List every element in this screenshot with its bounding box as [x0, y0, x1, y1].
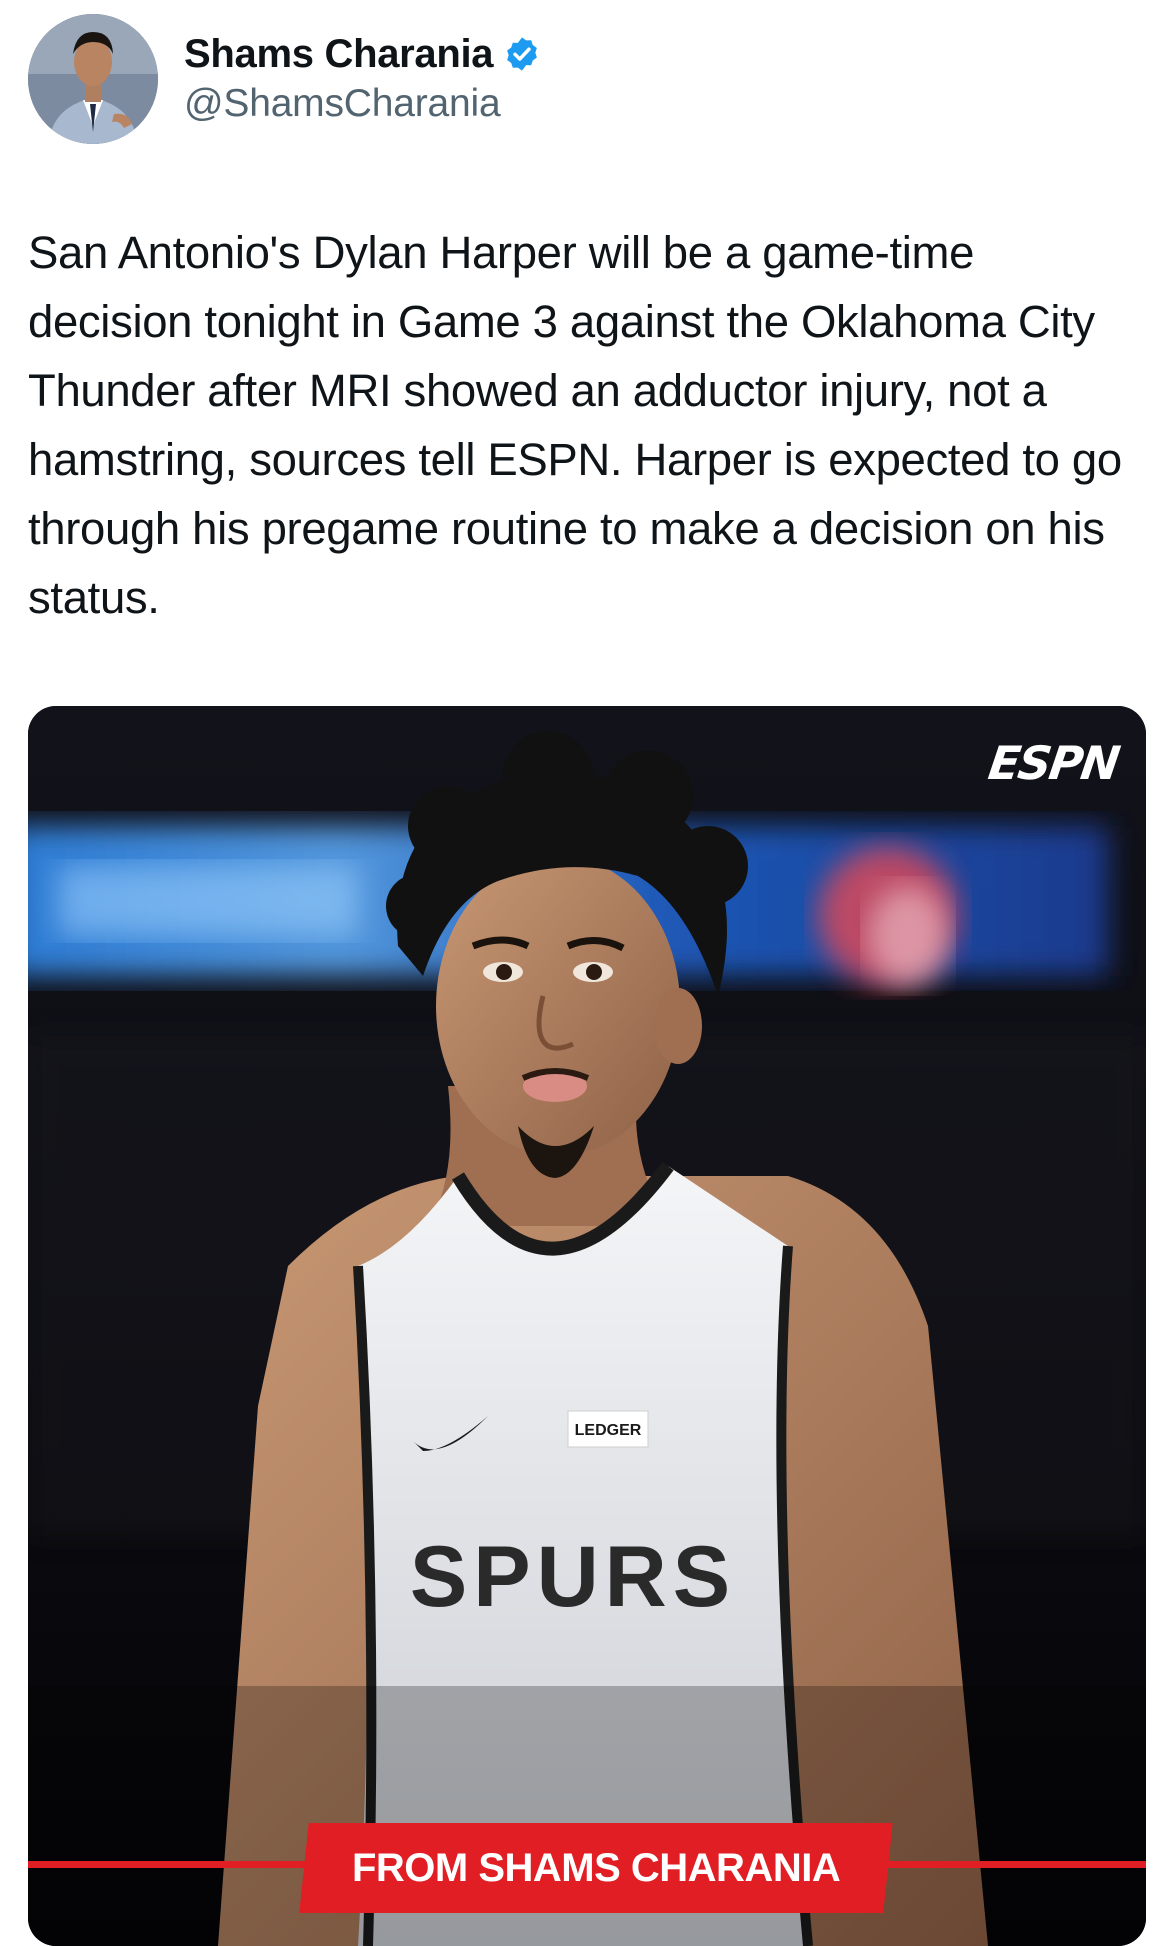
- avatar-photo: [28, 14, 158, 144]
- jersey-sponsor-text: LEDGER: [575, 1422, 642, 1439]
- tweet-media-image[interactable]: LEDGER SPURS ESPN FROM SHAMS CHARANIA: [28, 706, 1146, 1946]
- source-banner: FROM SHAMS CHARANIA: [299, 1823, 893, 1913]
- author-names: Shams Charania @ShamsCharania: [184, 28, 541, 126]
- display-name-row: Shams Charania: [184, 28, 541, 80]
- espn-logo: ESPN: [985, 736, 1122, 790]
- author-handle[interactable]: @ShamsCharania: [184, 82, 541, 126]
- source-banner-text: FROM SHAMS CHARANIA: [351, 1845, 841, 1890]
- player-photo: LEDGER SPURS: [28, 706, 1146, 1946]
- verified-badge-icon[interactable]: [503, 35, 541, 73]
- author-display-name[interactable]: Shams Charania: [184, 32, 494, 77]
- jersey-team-text: SPURS: [410, 1529, 736, 1625]
- tweet-text: San Antonio's Dylan Harper will be a gam…: [28, 227, 1122, 623]
- author-avatar[interactable]: [28, 14, 158, 144]
- tweet-header: Shams Charania @ShamsCharania: [28, 14, 1128, 146]
